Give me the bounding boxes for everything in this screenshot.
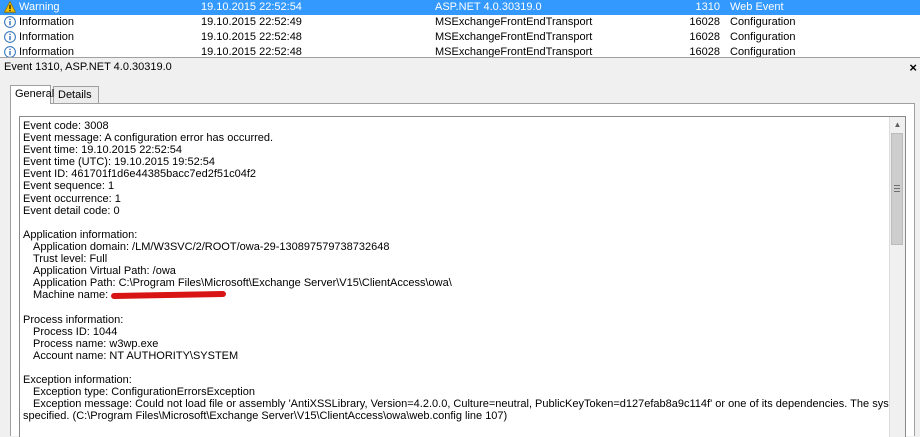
event-date: 19.10.2015 22:52:54 — [201, 1, 302, 13]
application-virtual-path-line: Application Virtual Path: /owa — [33, 265, 176, 278]
process-name-line: Process name: w3wp.exe — [33, 337, 159, 350]
machine-name-label: Machine name: — [33, 289, 109, 302]
event-row[interactable]: Information 19.10.2015 22:52:49 MSExchange… — [0, 15, 920, 30]
event-task: Web Event — [730, 1, 784, 13]
event-id: 16028 — [689, 31, 720, 43]
event-detail-code-line: Event detail code: 0 — [23, 204, 120, 217]
event-list[interactable]: Warning 19.10.2015 22:52:54 ASP.NET 4.0.30… — [0, 0, 920, 58]
warning-icon — [4, 1, 16, 13]
process-information-heading: Process information: — [23, 313, 124, 326]
vertical-scrollbar[interactable]: ▲ — [889, 117, 905, 437]
event-description-box[interactable]: Event code: 3008 Event message: A config… — [19, 116, 906, 437]
scroll-thumb[interactable] — [891, 133, 903, 245]
scroll-up-arrow-icon[interactable]: ▲ — [890, 117, 905, 132]
application-information-heading: Application information: — [23, 228, 138, 241]
general-tab-panel: Event code: 3008 Event message: A config… — [10, 103, 915, 437]
tab-details[interactable]: Details — [53, 86, 99, 103]
event-sequence-line: Event sequence: 1 — [23, 180, 115, 193]
close-icon[interactable]: × — [909, 59, 917, 76]
event-id: 16028 — [689, 46, 720, 58]
event-header: Event 1310, ASP.NET 4.0.30319.0 × — [0, 59, 920, 76]
event-source: MSExchangeFrontEndTransport — [435, 16, 593, 28]
info-icon — [4, 46, 16, 57]
event-id-line: Event ID: 461701f1d6e44385bacc7ed2f51c04… — [23, 168, 257, 181]
info-icon — [4, 31, 16, 43]
grip-icon — [894, 185, 900, 192]
event-task: Configuration — [730, 16, 796, 28]
account-name-line: Account name: NT AUTHORITY\SYSTEM — [33, 349, 239, 362]
event-id: 1310 — [695, 1, 720, 13]
event-id: 16028 — [689, 16, 720, 28]
event-level: Information — [19, 31, 75, 43]
event-task: Configuration — [730, 46, 796, 58]
exception-message-line: Exception message: Could not load file o… — [33, 398, 906, 411]
event-source: ASP.NET 4.0.30319.0 — [435, 1, 542, 13]
event-task: Configuration — [730, 31, 796, 43]
application-domain-line: Application domain: /LM/W3SVC/2/ROOT/owa… — [33, 240, 390, 253]
info-icon — [4, 16, 16, 28]
event-time-line: Event time: 19.10.2015 22:52:54 — [23, 144, 183, 157]
event-row[interactable]: Information 19.10.2015 22:52:48 MSExchange… — [0, 30, 920, 45]
tab-general[interactable]: General — [10, 85, 54, 104]
event-occurrence-line: Event occurrence: 1 — [23, 192, 121, 205]
event-date: 19.10.2015 22:52:49 — [201, 16, 302, 28]
event-description-text: Event code: 3008 Event message: A config… — [23, 120, 906, 423]
exception-message-continuation: specified. (C:\Program Files\Microsoft\E… — [23, 410, 508, 423]
event-level: Information — [19, 46, 75, 58]
exception-information-heading: Exception information: — [23, 373, 132, 386]
event-date: 19.10.2015 22:52:48 — [201, 31, 302, 43]
trust-level-line: Trust level: Full — [33, 253, 108, 266]
event-source: MSExchangeFrontEndTransport — [435, 46, 593, 58]
process-id-line: Process ID: 1044 — [33, 325, 118, 338]
event-message-line: Event message: A configuration error has… — [23, 132, 274, 145]
event-level: Information — [19, 16, 75, 28]
event-time-utc-line: Event time (UTC): 19.10.2015 19:52:54 — [23, 156, 215, 169]
event-date: 19.10.2015 22:52:48 — [201, 46, 302, 58]
exception-type-line: Exception type: ConfigurationErrorsExcep… — [33, 386, 255, 399]
event-title: Event 1310, ASP.NET 4.0.30319.0 — [4, 61, 172, 73]
event-level: Warning — [19, 1, 60, 13]
event-row[interactable]: Information 19.10.2015 22:52:48 MSExchange… — [0, 45, 920, 58]
application-path-line: Application Path: C:\Program Files\Micro… — [33, 277, 452, 290]
event-source: MSExchangeFrontEndTransport — [435, 31, 593, 43]
event-code-line: Event code: 3008 — [23, 120, 109, 132]
redaction-mark — [111, 291, 227, 300]
machine-name-line: Machine name: — [23, 289, 883, 301]
event-row[interactable]: Warning 19.10.2015 22:52:54 ASP.NET 4.0.30… — [0, 0, 920, 15]
